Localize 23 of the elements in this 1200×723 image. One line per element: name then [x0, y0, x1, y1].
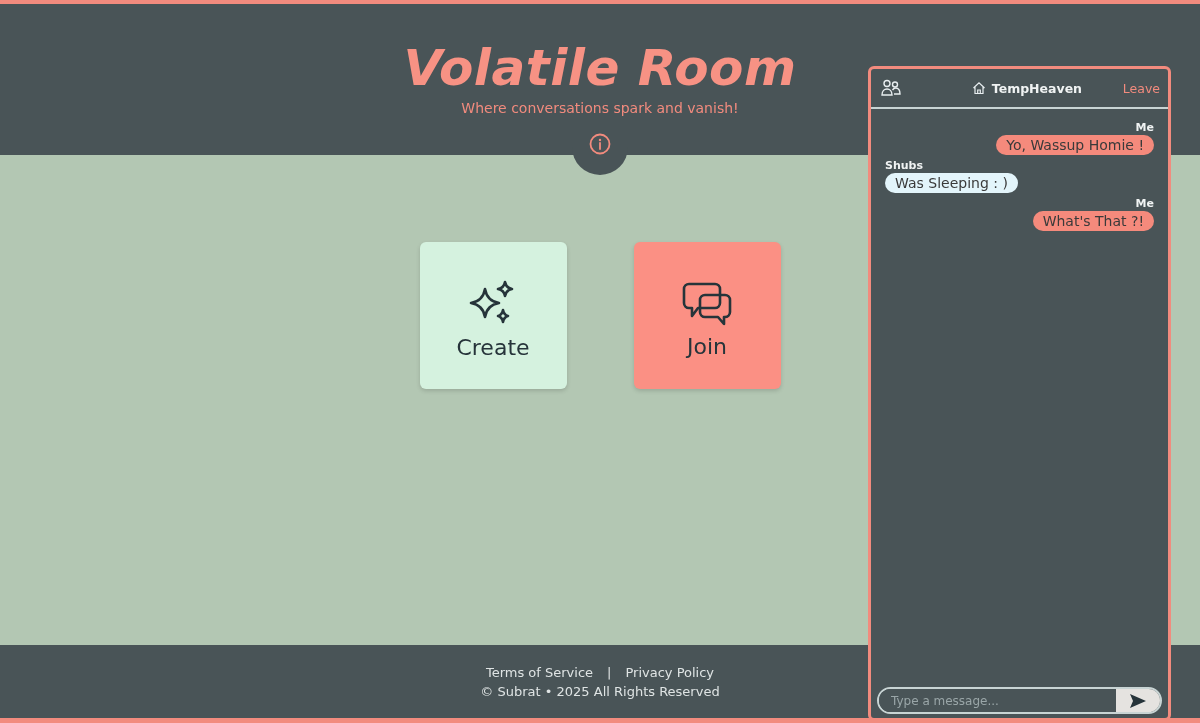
sender-name: Me — [1135, 121, 1154, 134]
sender-name: Shubs — [885, 159, 923, 172]
sender-name: Me — [1135, 197, 1154, 210]
create-card[interactable]: Create — [419, 242, 567, 389]
message-field[interactable]: Type a message... — [877, 687, 1162, 714]
privacy-link[interactable]: Privacy Policy — [625, 664, 715, 680]
message-bubble: What's That ?! — [1032, 211, 1154, 231]
home-icon — [971, 81, 986, 95]
message-bubble: Was Sleeping : ) — [885, 173, 1018, 193]
room-name: TempHeaven — [991, 80, 1082, 96]
leave-button[interactable]: Leave — [1122, 80, 1160, 96]
app-title: Volatile Room — [403, 38, 797, 98]
link-separator: | — [607, 664, 612, 680]
join-card[interactable]: Join — [633, 242, 781, 389]
members-button[interactable] — [881, 79, 901, 97]
send-button[interactable] — [1116, 689, 1160, 712]
users-icon — [881, 79, 901, 97]
send-icon — [1129, 692, 1147, 709]
copyright-text: © Subrat • 2025 All Rights Reserved — [480, 683, 720, 699]
info-icon — [589, 133, 611, 155]
terms-link[interactable]: Terms of Service — [485, 664, 594, 680]
tagline: Where conversations spark and vanish! — [461, 100, 739, 116]
message-bubble: Yo, Wassup Homie ! — [996, 135, 1154, 155]
